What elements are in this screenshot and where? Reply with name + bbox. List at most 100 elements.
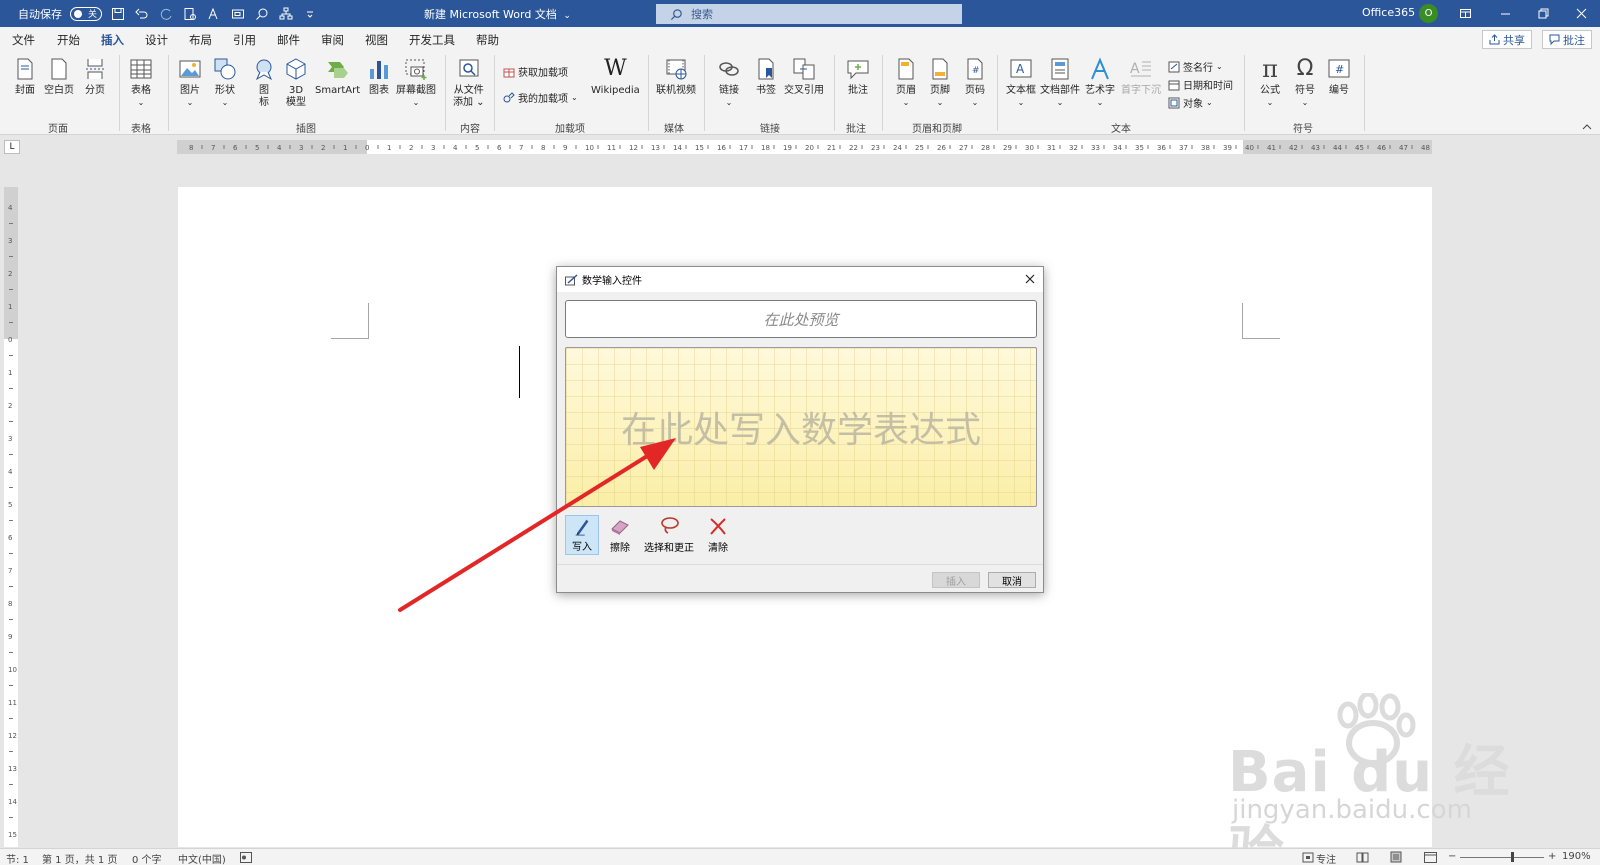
shapes-button[interactable]: 形状 ⌄ (212, 55, 238, 109)
organization-icon[interactable] (278, 6, 294, 22)
table-button[interactable]: 表格 ⌄ (128, 55, 154, 109)
status-language[interactable]: 中文(中国) (178, 851, 226, 865)
get-addins-button[interactable]: 获取加载项 (503, 64, 568, 79)
read-aloud-icon[interactable] (206, 6, 222, 22)
tab-mailings[interactable]: 邮件 (277, 32, 300, 48)
date-time-button[interactable]: 日期和时间 (1168, 77, 1233, 92)
clear-tool-button[interactable]: 清除 (701, 515, 735, 555)
undo-icon[interactable] (134, 6, 150, 22)
wordart-button[interactable]: 艺术字 ⌄ (1085, 55, 1115, 109)
screenshot-button[interactable]: 屏幕截图 ⌄ (396, 55, 436, 109)
avatar[interactable]: O (1419, 4, 1438, 23)
clear-tool-label: 清除 (708, 543, 728, 554)
read-mode-icon[interactable] (1356, 852, 1369, 863)
tab-insert[interactable]: 插入 (100, 32, 125, 53)
document-title[interactable]: 新建 Microsoft Word 文档 ⌄ (424, 6, 571, 22)
cancel-button[interactable]: 取消 (988, 572, 1036, 588)
status-word-count[interactable]: 0 个字 (132, 851, 162, 865)
macro-record-icon[interactable] (240, 852, 252, 863)
select-correct-tool-button[interactable]: 选择和更正 (641, 515, 697, 555)
from-file-label-2-text: 添加 (453, 97, 473, 108)
cover-page-button[interactable]: 封面 (12, 55, 38, 97)
svg-text:29: 29 (1003, 144, 1012, 152)
icons-button[interactable]: 图 标 (251, 55, 277, 109)
svg-text:34: 34 (1113, 144, 1122, 152)
print-layout-icon[interactable] (1390, 851, 1402, 863)
textbox-button[interactable]: A 文本框 ⌄ (1006, 55, 1036, 109)
wikipedia-button[interactable]: W Wikipedia (591, 55, 640, 97)
blank-page-button[interactable]: 空白页 (44, 55, 74, 97)
page-break-button[interactable]: 分页 (82, 55, 108, 97)
number-button[interactable]: # 编号 (1326, 55, 1352, 97)
find-icon[interactable] (254, 6, 270, 22)
write-tool-button[interactable]: 写入 (565, 515, 599, 555)
tab-view[interactable]: 视图 (365, 32, 388, 48)
minimize-icon[interactable] (1486, 0, 1524, 27)
tab-file[interactable]: 文件 (12, 32, 35, 48)
close-icon[interactable] (1562, 0, 1600, 27)
erase-tool-label: 擦除 (610, 543, 630, 554)
autosave-toggle[interactable]: 关 (70, 6, 102, 21)
status-focus[interactable]: 专注 (1316, 851, 1336, 865)
signature-line-button[interactable]: 签名行 ⌄ (1168, 59, 1223, 74)
account-name[interactable]: Office365 (1362, 6, 1415, 19)
tab-home[interactable]: 开始 (57, 32, 80, 48)
vertical-ruler[interactable]: 4 3 2 1 0 1 2 3 4 5 6 7 8 9 10 11 12 13 14 15 (4, 187, 18, 847)
handwriting-pad[interactable]: 在此处写入数学表达式 (565, 347, 1037, 507)
new-comment-button[interactable]: 批注 (845, 55, 871, 97)
zoom-out-button[interactable]: − (1448, 851, 1456, 862)
tab-help[interactable]: 帮助 (476, 32, 499, 48)
comments-button[interactable]: 批注 (1542, 30, 1592, 49)
tab-references[interactable]: 引用 (233, 32, 256, 48)
dialog-title-bar[interactable]: 数学输入控件 (557, 267, 1043, 292)
tab-layout[interactable]: 布局 (189, 32, 212, 48)
close-icon[interactable] (1023, 272, 1037, 286)
equation-button[interactable]: π 公式 ⌄ (1257, 55, 1283, 109)
focus-icon[interactable] (1302, 852, 1314, 863)
status-section[interactable]: 节: 1 (6, 851, 29, 865)
customize-qat-icon[interactable] (302, 6, 318, 22)
form-icon[interactable] (230, 6, 246, 22)
erase-tool-button[interactable]: 擦除 (603, 515, 637, 555)
group-content-label: 内容 (460, 124, 480, 135)
zoom-slider-thumb[interactable] (1511, 852, 1514, 862)
search-box[interactable]: 搜索 (656, 4, 962, 24)
tab-selector[interactable]: L (4, 140, 20, 154)
print-preview-icon[interactable] (182, 6, 198, 22)
online-video-button[interactable]: 联机视频 (656, 55, 696, 97)
status-page[interactable]: 第 1 页，共 1 页 (42, 851, 117, 865)
my-addins-button[interactable]: 我的加载项 ⌄ (503, 90, 578, 105)
restore-icon[interactable] (1524, 0, 1562, 27)
footer-button[interactable]: 页脚 ⌄ (927, 55, 953, 109)
from-file-button[interactable]: 从文件 添加 ⌄ (453, 55, 485, 109)
redo-icon[interactable] (158, 6, 174, 22)
smartart-button[interactable]: SmartArt (315, 55, 360, 97)
header-button[interactable]: 页眉 ⌄ (893, 55, 919, 109)
picture-button[interactable]: 图片 ⌄ (177, 55, 203, 109)
zoom-in-button[interactable]: + (1548, 851, 1556, 862)
tab-developer[interactable]: 开发工具 (409, 32, 455, 48)
quick-parts-button[interactable]: 文档部件 ⌄ (1040, 55, 1080, 109)
zoom-level[interactable]: 190% (1562, 851, 1591, 862)
page-number-button[interactable]: # 页码 ⌄ (962, 55, 988, 109)
symbol-button[interactable]: Ω 符号 ⌄ (1292, 55, 1318, 109)
tab-review[interactable]: 审阅 (321, 32, 344, 48)
bookmark-button[interactable]: 书签 (753, 55, 779, 97)
insert-button[interactable]: 插入 (932, 572, 980, 588)
link-button[interactable]: 链接 ⌄ (716, 55, 742, 109)
zoom-slider[interactable] (1460, 857, 1544, 858)
link-label: 链接 (719, 85, 739, 96)
cross-reference-button[interactable]: 交叉引用 (784, 55, 824, 97)
object-button[interactable]: 对象 ⌄ (1168, 95, 1213, 110)
chart-button[interactable]: 图表 (366, 55, 392, 97)
svg-text:5: 5 (8, 501, 12, 509)
web-layout-icon[interactable] (1424, 852, 1437, 863)
horizontal-ruler[interactable]: 8 7 6 5 4 3 2 1 0 1 2 3 4 5 6 7 8 9 10 11 12 13 14 15 16 17 18 19 20… (177, 140, 1432, 154)
tab-design[interactable]: 设计 (145, 32, 168, 48)
ribbon-display-icon[interactable] (1446, 0, 1484, 27)
3d-models-button[interactable]: 3D 模型 (283, 55, 309, 109)
online-video-icon (663, 55, 689, 83)
save-icon[interactable] (110, 6, 126, 22)
share-button[interactable]: 共享 (1482, 30, 1532, 49)
collapse-ribbon-icon[interactable] (1582, 123, 1592, 131)
